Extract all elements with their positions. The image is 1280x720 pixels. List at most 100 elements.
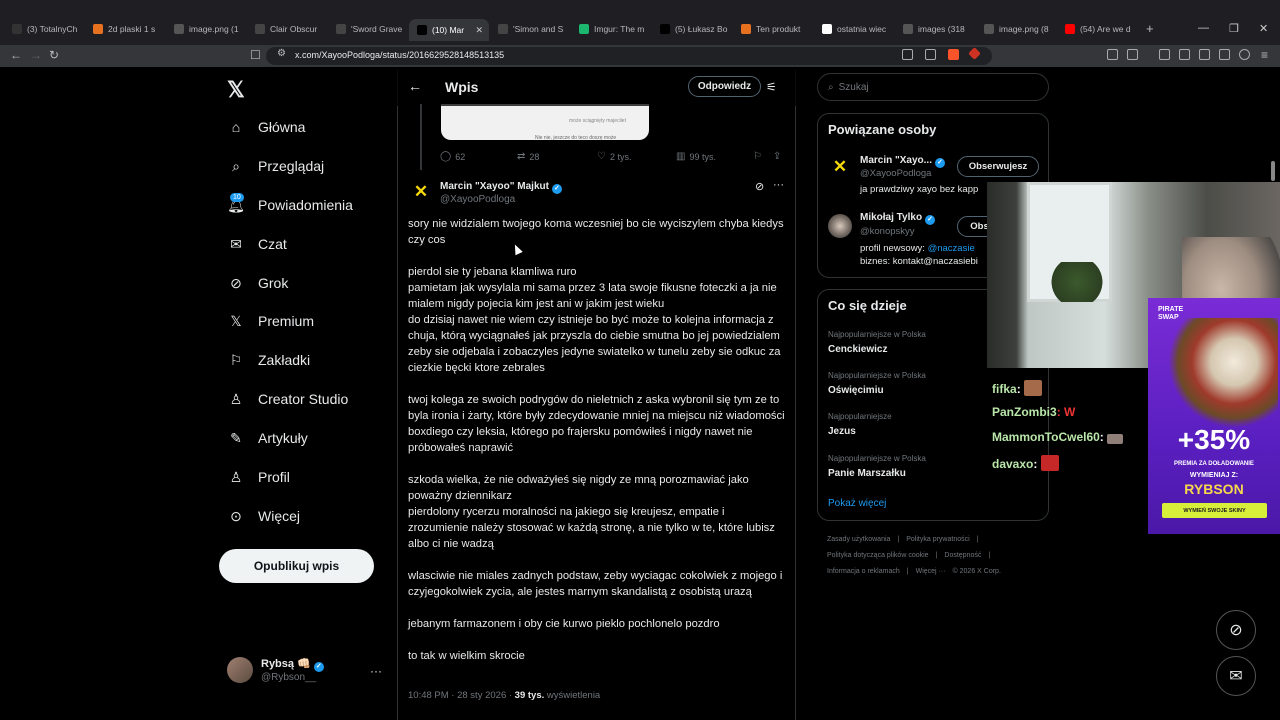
nav-item-label: Grok	[258, 275, 289, 291]
footer-link[interactable]: Więcej ···	[916, 568, 946, 575]
verified-icon: ✓	[935, 158, 945, 168]
mail-icon: ✉	[230, 235, 242, 252]
share-icon[interactable]	[925, 49, 936, 60]
browser-tab[interactable]: image.png (1	[166, 19, 246, 39]
back-arrow-icon[interactable]: ←	[408, 78, 422, 94]
emote-icon	[1024, 380, 1043, 396]
trend-context: Najpopularniejsze w Polska	[828, 371, 926, 380]
nav-item-9[interactable]: ♙ Profil	[227, 462, 290, 492]
nav-item-6[interactable]: ⚐ Zakładki	[227, 345, 310, 375]
bookmark-action[interactable]: ⚐	[753, 151, 766, 162]
browser-tab[interactable]: images (318	[895, 19, 975, 39]
browser-tab[interactable]: image.png (8	[976, 19, 1056, 39]
footer-link[interactable]: Polityka dotycząca plików cookie	[827, 552, 929, 559]
media-icon[interactable]	[1159, 49, 1170, 60]
sidebar-icon[interactable]	[1179, 49, 1190, 60]
install-icon[interactable]	[902, 49, 913, 60]
quoted-image[interactable]: może sciągnięty majecilet Nie nie, jeszc…	[441, 104, 649, 141]
trend-context: Najpopularniejsze w Polska	[828, 330, 926, 339]
maximize-button[interactable]: ❐	[1229, 22, 1239, 35]
tweet-text: sory nie widzialem twojego koma wczesnie…	[408, 216, 786, 680]
nav-item-3[interactable]: ✉ Czat	[227, 229, 287, 259]
new-tab-button[interactable]: +	[1146, 21, 1154, 36]
preview-text: Nie nie, jeszcze do teco doszę może	[535, 135, 617, 141]
grok-icon[interactable]: ⊘	[755, 180, 764, 193]
close-window-button[interactable]: ✕	[1259, 22, 1268, 35]
messages-float-button[interactable]: ✉	[1216, 656, 1256, 696]
footer-link[interactable]: © 2026 X Corp.	[953, 568, 1001, 575]
x-logo-icon[interactable]: 𝕏	[227, 77, 245, 103]
nav-item-10[interactable]: ⊙ Więcej	[227, 501, 300, 531]
nav-item-7[interactable]: ♙ Creator Studio	[227, 384, 349, 414]
nav-item-8[interactable]: ✎ Artykuły	[227, 423, 308, 453]
extensions-icon[interactable]	[1107, 49, 1118, 60]
footer-link[interactable]: Polityka prywatności	[906, 536, 969, 543]
share-action[interactable]: ⇪	[773, 151, 785, 162]
bio-link[interactable]: @naczasie	[928, 243, 975, 254]
trend-item[interactable]: Najpopularniejsze w Polska Oświęcimiu	[828, 371, 926, 396]
more-icon[interactable]: ···	[773, 179, 784, 191]
back-icon[interactable]: ←	[10, 48, 22, 62]
browser-tab[interactable]: (10) Mar ✕	[409, 19, 489, 41]
nav-item-label: Czat	[258, 236, 287, 252]
browser-tab[interactable]: Ten produkt	[733, 19, 813, 39]
ai-icon[interactable]	[1219, 49, 1230, 60]
browser-tab[interactable]: (5) Łukasz Bo	[652, 19, 732, 39]
forward-icon[interactable]: →	[30, 48, 42, 62]
account-switcher[interactable]: Rybsą 👊🏻 ✓ @Rybson__	[227, 657, 324, 683]
views-action[interactable]: ▥ 99 tys.	[676, 151, 716, 162]
creator-icon: ♙	[229, 390, 243, 407]
grok-icon: ⊘	[230, 274, 242, 291]
footer-link[interactable]: Dostępność	[944, 552, 981, 559]
grok-float-button[interactable]: ⊘	[1216, 610, 1256, 650]
brave-shield-icon[interactable]	[948, 49, 959, 60]
post-button[interactable]: Opublikuj wpis	[219, 549, 374, 583]
browser-tab[interactable]: Imgur: The m	[571, 19, 651, 39]
close-tab-icon[interactable]: ✕	[475, 25, 483, 36]
reload-icon[interactable]: ↻	[49, 48, 59, 62]
author-avatar[interactable]: ✕	[409, 180, 433, 204]
author-handle[interactable]: @XayooPodloga	[440, 194, 515, 205]
nav-item-2[interactable]: 🔔︎ Powiadomienia	[227, 190, 353, 220]
search-input[interactable]: ⌕ Szukaj	[817, 73, 1049, 101]
browser-tab[interactable]: 'Simon and S	[490, 19, 570, 39]
browser-tab[interactable]: ostatnia wiec	[814, 19, 894, 39]
nav-item-1[interactable]: ⌕ Przeglądaj	[227, 151, 324, 181]
bookmark-page-icon[interactable]: ☐	[250, 48, 261, 62]
tabs-icon[interactable]	[1199, 49, 1210, 60]
scrollbar[interactable]	[1269, 70, 1277, 700]
settings-icon[interactable]: ⚟	[766, 80, 777, 94]
footer-link[interactable]: Zasady użytkowania	[827, 536, 890, 543]
footer-link[interactable]: Informacja o reklamach	[827, 568, 900, 575]
browser-tab[interactable]: 'Sword Grave	[328, 19, 408, 39]
browser-tab[interactable]: (3) TotalnyCh	[4, 19, 84, 39]
nav-item-5[interactable]: 𝕏 Premium	[227, 306, 314, 336]
nav-item-0[interactable]: ⌂ Główna	[227, 112, 306, 142]
x-icon: 𝕏	[230, 312, 242, 329]
author-name[interactable]: Marcin "Xayoo" Majkut ✓	[440, 181, 562, 194]
trend-item[interactable]: Najpopularniejsze Jezus	[828, 412, 892, 437]
reply-action[interactable]: ◯ 62	[440, 151, 465, 162]
like-action[interactable]: ♡ 2 tys.	[597, 151, 631, 162]
following-button[interactable]: Obserwujesz	[957, 156, 1039, 177]
repost-action[interactable]: ⇄ 28	[517, 151, 539, 162]
scrollbar-thumb[interactable]	[1271, 161, 1275, 181]
menu-icon[interactable]: ≡	[1261, 48, 1268, 62]
ad-line: WYMIENIAJ Z:	[1189, 472, 1239, 479]
browser-tab[interactable]: Clair Obscur	[247, 19, 327, 39]
trend-item[interactable]: Najpopularniejsze w Polska Panie Marszałk…	[828, 454, 926, 479]
show-more-link[interactable]: Pokaż więcej	[828, 498, 886, 509]
reply-button[interactable]: Odpowiedz	[688, 76, 761, 97]
wallet-icon[interactable]	[1127, 49, 1138, 60]
person-name: Marcin "Xayo... ✓	[860, 155, 945, 168]
browser-tab[interactable]: (54) Are we d	[1057, 19, 1137, 39]
tweet-time[interactable]: 10:48 PM · 28 sty 2026 ·	[408, 690, 515, 701]
tab-favicon-icon	[984, 24, 994, 34]
more-icon[interactable]: ···	[370, 664, 382, 678]
browser-tab[interactable]: 2d plaski 1 s	[85, 19, 165, 39]
minimize-button[interactable]: —	[1198, 22, 1209, 34]
nav-item-4[interactable]: ⊘ Grok	[227, 268, 288, 298]
vpn-icon[interactable]	[1239, 49, 1250, 60]
trend-item[interactable]: Najpopularniejsze w Polska Cenckiewicz	[828, 330, 926, 355]
site-info-icon[interactable]: ⚙	[277, 48, 286, 59]
